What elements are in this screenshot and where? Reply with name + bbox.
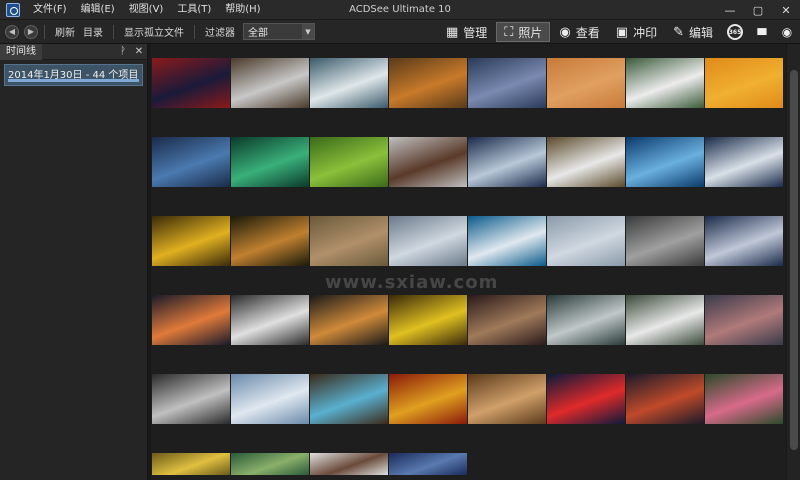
thumbnail[interactable]: [626, 374, 704, 424]
menu-file[interactable]: 文件(F): [26, 0, 74, 20]
dashboard-button[interactable]: ▮▮▮: [748, 22, 774, 42]
thumbnail[interactable]: [468, 216, 546, 266]
scrollbar[interactable]: [786, 44, 800, 480]
timeline-panel: 时间线 ᚹ ✕ 2014年1月30日 - 44 个项目: [0, 43, 148, 480]
thumbnail[interactable]: [231, 216, 309, 266]
thumbnail[interactable]: [389, 295, 467, 345]
filter-label: 过滤器: [205, 28, 235, 39]
mode-label: 管理: [463, 25, 488, 40]
menu-help[interactable]: 帮助(H): [218, 0, 267, 20]
panel-splitter[interactable]: [148, 44, 151, 480]
thumbnail[interactable]: [468, 137, 546, 187]
mode-switcher: ▦ 管理 ⛶ 照片 ◉ 查看 ▣ 冲印 ✎ 编辑 365 ▮▮▮ ◉: [439, 20, 800, 44]
mode-edit-button[interactable]: ✎ 编辑: [666, 22, 720, 42]
thumbnail[interactable]: [389, 137, 467, 187]
thumbnail[interactable]: [626, 58, 704, 108]
mode-label: 编辑: [688, 25, 713, 40]
acdsee-365-button[interactable]: 365: [722, 22, 748, 42]
thumbnail[interactable]: [152, 453, 230, 475]
maximize-button[interactable]: ▢: [744, 0, 772, 20]
menu-tools[interactable]: 工具(T): [170, 0, 218, 20]
thumbnail[interactable]: [152, 58, 230, 108]
thumbnail[interactable]: [468, 58, 546, 108]
toolbar-divider: [113, 24, 114, 39]
thumbnail[interactable]: [389, 453, 467, 475]
mode-photos-button[interactable]: ⛶ 照片: [496, 22, 551, 42]
365-icon: 365: [727, 24, 743, 40]
thumbnail[interactable]: [310, 216, 388, 266]
thumbnail[interactable]: [547, 216, 625, 266]
thumbnail[interactable]: [231, 453, 309, 475]
thumbnail[interactable]: [468, 295, 546, 345]
menu-bar: 文件(F) 编辑(E) 视图(V) 工具(T) 帮助(H) ACDSee Ult…: [0, 0, 800, 20]
back-icon[interactable]: ◀: [5, 24, 19, 39]
eye-icon: ◉: [781, 25, 793, 39]
toolbar-divider: [44, 24, 45, 39]
thumbnail[interactable]: [389, 216, 467, 266]
thumbnail[interactable]: [310, 295, 388, 345]
thumbnail[interactable]: [310, 374, 388, 424]
thumbnail[interactable]: [547, 58, 625, 108]
catalog-button[interactable]: 目录: [79, 24, 107, 39]
thumbnail[interactable]: [310, 453, 388, 475]
chevron-down-icon[interactable]: ▼: [302, 24, 314, 39]
thumbnail[interactable]: [626, 137, 704, 187]
thumbnail[interactable]: [705, 374, 783, 424]
timeline-bar: [8, 79, 139, 82]
thumbnail[interactable]: [152, 374, 230, 424]
thumbnail[interactable]: [705, 295, 783, 345]
thumbnail[interactable]: [705, 216, 783, 266]
grid-icon: ▦: [445, 24, 459, 40]
watermark: www.sxiaw.com: [325, 272, 499, 293]
mode-develop-button[interactable]: ▣ 冲印: [609, 22, 664, 42]
thumbnail[interactable]: [389, 58, 467, 108]
mode-label: 冲印: [633, 25, 658, 40]
menu-view[interactable]: 视图(V): [122, 0, 171, 20]
thumbnail[interactable]: [231, 295, 309, 345]
mode-view-button[interactable]: ◉ 查看: [552, 22, 606, 42]
thumbnail[interactable]: [626, 216, 704, 266]
thumbnail[interactable]: [389, 374, 467, 424]
thumbnail[interactable]: [152, 295, 230, 345]
toolbar-divider: [194, 24, 195, 39]
menu-edit[interactable]: 编辑(E): [74, 0, 122, 20]
thumbnail[interactable]: [310, 137, 388, 187]
preview-button[interactable]: ◉: [774, 22, 800, 42]
thumbnail[interactable]: [705, 137, 783, 187]
bar-chart-icon: ▮▮▮: [756, 27, 768, 37]
close-button[interactable]: ✕: [772, 0, 800, 20]
thumbnail[interactable]: [547, 295, 625, 345]
thumbnail[interactable]: [547, 137, 625, 187]
thumbnail[interactable]: [152, 216, 230, 266]
mode-manage-button[interactable]: ▦ 管理: [439, 22, 494, 42]
panel-header: 时间线 ᚹ ✕: [0, 43, 147, 60]
thumbnail[interactable]: [231, 374, 309, 424]
thumbnail[interactable]: [547, 374, 625, 424]
thumbnail[interactable]: [310, 58, 388, 108]
tab-timeline[interactable]: 时间线: [0, 43, 42, 60]
edit-icon: ✎: [673, 24, 684, 40]
thumbnail[interactable]: [626, 295, 704, 345]
photo-icon: ⛶: [504, 24, 514, 40]
show-orphans-button[interactable]: 显示孤立文件: [120, 24, 188, 39]
scroll-thumb[interactable]: [790, 70, 798, 450]
eye-icon: ◉: [559, 24, 571, 40]
mode-label: 查看: [575, 25, 600, 40]
thumbnail[interactable]: [152, 137, 230, 187]
filter-select[interactable]: 全部 ▼: [243, 23, 315, 40]
mode-label: 照片: [518, 25, 543, 40]
app-icon[interactable]: [6, 2, 20, 17]
filter-value: 全部: [248, 28, 268, 39]
thumbnail[interactable]: [705, 58, 783, 108]
refresh-button[interactable]: 刷新: [51, 24, 79, 39]
timeline-entry[interactable]: 2014年1月30日 - 44 个项目: [4, 64, 143, 86]
thumbnail[interactable]: [468, 374, 546, 424]
minimize-button[interactable]: —: [716, 0, 744, 20]
pin-icon[interactable]: ᚹ: [115, 46, 131, 57]
develop-icon: ▣: [615, 24, 629, 40]
thumbnail[interactable]: [231, 137, 309, 187]
thumbnail[interactable]: [231, 58, 309, 108]
close-icon[interactable]: ✕: [131, 46, 147, 57]
forward-icon[interactable]: ▶: [24, 24, 38, 39]
